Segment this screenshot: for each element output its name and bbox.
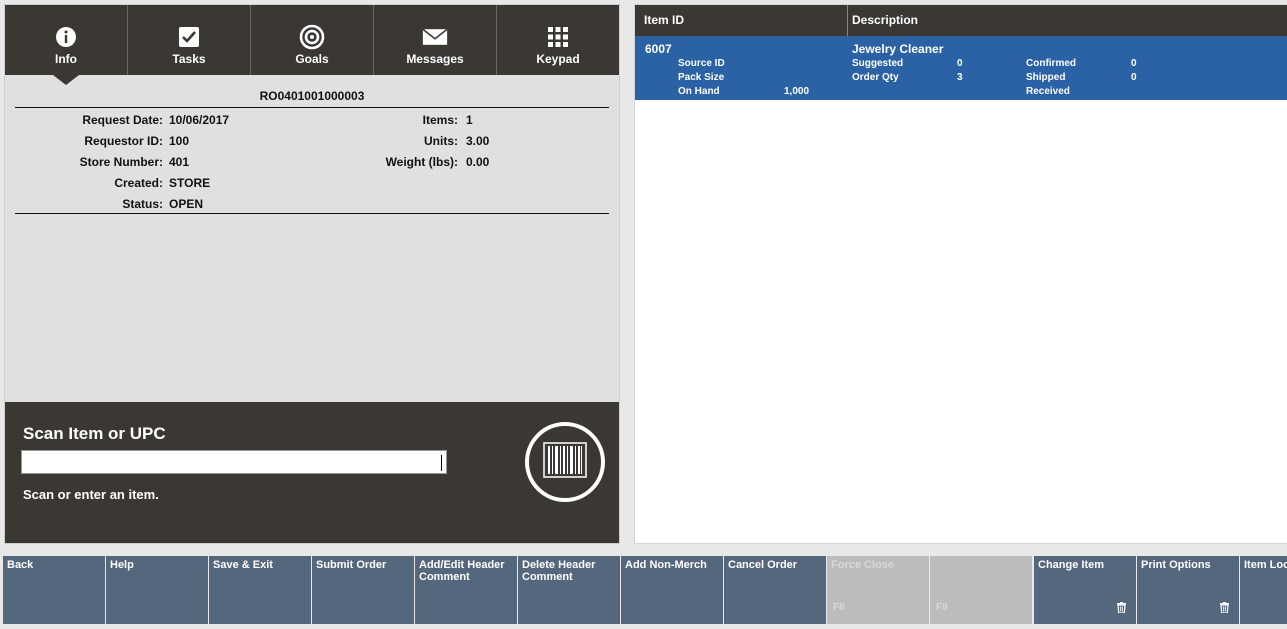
f9-button: F9 — [930, 556, 1032, 624]
target-icon — [299, 24, 325, 50]
received-label: Received — [1026, 86, 1070, 97]
on-hand-value: 1,000 — [784, 86, 810, 97]
tab-label: Goals — [295, 52, 329, 66]
confirmed-label: Confirmed — [1026, 58, 1076, 69]
help-button[interactable]: Help — [106, 556, 208, 624]
order-qty-label: Order Qty — [852, 72, 899, 83]
envelope-icon — [422, 24, 448, 50]
submit-order-button[interactable]: Submit Order — [312, 556, 414, 624]
field-label: Items: — [422, 113, 458, 127]
pack-size-label: Pack Size — [678, 72, 725, 83]
field-value: STORE — [169, 176, 211, 190]
button-label: Back — [7, 559, 34, 571]
tab-bar: Info Tasks Goals Messages Keypad — [5, 5, 619, 85]
column-header-item-id[interactable]: Item ID — [644, 5, 684, 36]
order-qty-value: 3 — [957, 72, 963, 83]
field-value: 3.00 — [466, 134, 490, 148]
field-value: OPEN — [169, 197, 204, 211]
scan-hint: Scan or enter an item. — [23, 487, 159, 502]
field-created: Created: STORE — [15, 175, 609, 191]
tab-tasks[interactable]: Tasks — [128, 5, 251, 75]
function-toolbar: Back Help Save & Exit Submit Order Add/E… — [3, 556, 1287, 624]
field-value: 1 — [466, 113, 473, 127]
change-item-button[interactable]: Change Item — [1034, 556, 1136, 624]
button-label: Cancel Order — [728, 559, 798, 571]
tab-messages[interactable]: Messages — [374, 5, 497, 75]
tab-label: Keypad — [536, 52, 580, 66]
tab-label: Messages — [406, 52, 464, 66]
force-close-button: Force Close F8 — [827, 556, 929, 624]
button-label: Add/Edit Header Comment — [419, 559, 505, 583]
grid-header: Item ID Description — [635, 5, 1287, 36]
function-key-label: F8 — [833, 602, 845, 613]
scan-panel: Scan Item or UPC Scan or enter an item. — [5, 402, 619, 543]
text-caret — [441, 455, 442, 471]
button-label: Item Loo — [1244, 559, 1287, 571]
order-info-panel: Info Tasks Goals Messages Keypad RO04010… — [4, 4, 620, 544]
field-weight: Weight (lbs): 0.00 — [15, 154, 609, 170]
field-label: Created: — [114, 176, 163, 190]
order-number: RO0401001000003 — [15, 89, 609, 108]
button-label: Help — [110, 559, 134, 571]
item-description: Jewelry Cleaner — [852, 42, 944, 56]
tab-label: Tasks — [172, 52, 206, 66]
confirmed-value: 0 — [1131, 58, 1137, 69]
column-header-description[interactable]: Description — [852, 5, 918, 36]
tab-keypad[interactable]: Keypad — [497, 5, 619, 75]
cancel-order-button[interactable]: Cancel Order — [724, 556, 826, 624]
button-label: Print Options — [1141, 559, 1211, 571]
field-status: Status: OPEN — [15, 196, 609, 212]
barcode-scan-button[interactable] — [525, 422, 605, 502]
trash-icon — [1117, 602, 1126, 616]
field-items: Items: 1 — [15, 112, 609, 128]
trash-icon — [1220, 602, 1229, 616]
scan-input[interactable] — [21, 450, 447, 474]
checkbox-icon — [176, 24, 202, 50]
delete-header-comment-button[interactable]: Delete Header Comment — [518, 556, 620, 624]
info-icon — [53, 24, 79, 50]
function-key-label: F9 — [936, 602, 948, 613]
suggested-label: Suggested — [852, 58, 904, 69]
suggested-value: 0 — [957, 58, 963, 69]
field-value: 0.00 — [466, 155, 490, 169]
save-exit-button[interactable]: Save & Exit — [209, 556, 311, 624]
item-id: 6007 — [645, 42, 672, 56]
item-lookup-button[interactable]: Item Loo — [1240, 556, 1287, 624]
order-details: RO0401001000003 Request Date: 10/06/2017… — [15, 89, 609, 214]
shipped-value: 0 — [1131, 72, 1137, 83]
button-label: Submit Order — [316, 559, 387, 571]
table-row[interactable]: 6007 Jewelry Cleaner Source ID Pack Size… — [635, 36, 1287, 100]
button-label: Force Close — [831, 559, 894, 571]
barcode-icon — [543, 441, 587, 483]
tab-goals[interactable]: Goals — [251, 5, 374, 75]
button-label: Add Non-Merch — [625, 559, 707, 571]
add-edit-header-comment-button[interactable]: Add/Edit Header Comment — [415, 556, 517, 624]
scan-title: Scan Item or UPC — [23, 424, 166, 443]
source-id-label: Source ID — [678, 58, 725, 69]
button-label: Delete Header Comment — [522, 559, 596, 583]
item-grid: Item ID Description 6007 Jewelry Cleaner… — [634, 4, 1287, 544]
field-label: Units: — [424, 134, 458, 148]
keypad-icon — [545, 24, 571, 50]
on-hand-label: On Hand — [678, 86, 720, 97]
button-label: Save & Exit — [213, 559, 273, 571]
field-units: Units: 3.00 — [15, 133, 609, 149]
button-label: Change Item — [1038, 559, 1105, 571]
back-button[interactable]: Back — [3, 556, 105, 624]
order-fields: Request Date: 10/06/2017 Requestor ID: 1… — [15, 108, 609, 214]
tab-label: Info — [55, 52, 77, 66]
field-label: Status: — [122, 197, 163, 211]
tab-info[interactable]: Info — [5, 5, 128, 85]
column-divider — [847, 5, 848, 36]
shipped-label: Shipped — [1026, 72, 1066, 83]
print-options-button[interactable]: Print Options — [1137, 556, 1239, 624]
field-label: Weight (lbs): — [385, 155, 458, 169]
add-non-merch-button[interactable]: Add Non-Merch — [621, 556, 723, 624]
